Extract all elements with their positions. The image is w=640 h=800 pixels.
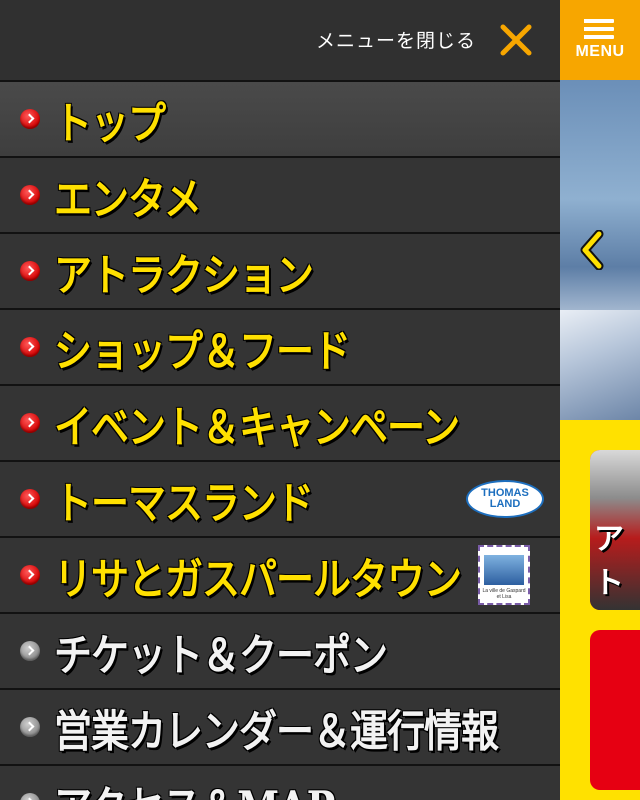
background-page: MENU アト [560, 0, 640, 800]
menu-item-access-map[interactable]: アクセス＆MAP [0, 764, 560, 800]
menu-item-label: トーマスランド [54, 476, 314, 529]
menu-item-label: ショップ＆フード [54, 324, 351, 377]
close-menu-text[interactable]: メニューを閉じる [316, 26, 476, 53]
chevron-right-icon [20, 337, 40, 357]
menu-item-label: エンタメ [54, 172, 202, 225]
feature-card-attraction[interactable]: アト [590, 450, 640, 610]
menu-panel: メニューを閉じる トップ エンタメ アトラクション ショップ＆フード イベント＆… [0, 0, 560, 800]
menu-item-label: チケット＆クーポン [54, 628, 388, 681]
menu-item-entertainment[interactable]: エンタメ [0, 156, 560, 232]
menu-item-thomas-land[interactable]: トーマスランド THOMAS LAND [0, 460, 560, 536]
chevron-right-icon [20, 565, 40, 585]
lisa-gaspard-logo-picture [484, 555, 524, 585]
close-x-icon[interactable] [498, 22, 534, 58]
menu-item-top[interactable]: トップ [0, 80, 560, 156]
menu-item-label: イベント＆キャンペーン [54, 400, 460, 453]
menu-item-shop-food[interactable]: ショップ＆フード [0, 308, 560, 384]
menu-item-calendar[interactable]: 営業カレンダー＆運行情報 [0, 688, 560, 764]
chevron-left-icon [580, 230, 604, 270]
chevron-right-icon [20, 717, 40, 737]
menu-item-events[interactable]: イベント＆キャンペーン [0, 384, 560, 460]
chevron-right-icon [20, 261, 40, 281]
menu-item-label: アトラクション [54, 248, 314, 301]
chevron-right-icon [20, 641, 40, 661]
chevron-right-icon [20, 489, 40, 509]
carousel-prev-button[interactable] [574, 228, 610, 272]
menu-item-label: トップ [54, 96, 166, 149]
menu-item-label: 営業カレンダー＆運行情報 [54, 704, 499, 757]
menu-header: メニューを閉じる [0, 0, 560, 80]
hero-image [560, 80, 640, 420]
thomas-land-logo: THOMAS LAND [466, 480, 544, 518]
feature-card-text: アト [594, 522, 624, 601]
lisa-gaspard-logo: La ville de Gaspard et Lisa [478, 545, 530, 605]
feature-card-2[interactable] [590, 630, 640, 790]
mountain-graphic [560, 310, 640, 420]
menu-item-lisa-gaspard-town[interactable]: リサとガスパールタウン La ville de Gaspard et Lisa [0, 536, 560, 612]
menu-item-tickets-coupons[interactable]: チケット＆クーポン [0, 612, 560, 688]
chevron-right-icon [20, 413, 40, 433]
chevron-right-icon [20, 109, 40, 129]
menu-button[interactable]: MENU [560, 0, 640, 80]
menu-item-attractions[interactable]: アトラクション [0, 232, 560, 308]
hamburger-icon [584, 19, 614, 39]
menu-item-label: アクセス＆MAP [54, 771, 335, 800]
menu-item-label: リサとガスパールタウン [54, 552, 462, 605]
chevron-right-icon [20, 185, 40, 205]
chevron-right-icon [20, 793, 40, 800]
lisa-gaspard-logo-text: La ville de Gaspard et Lisa [482, 588, 526, 600]
menu-button-label: MENU [575, 43, 625, 60]
menu-list: トップ エンタメ アトラクション ショップ＆フード イベント＆キャンペーン トー… [0, 80, 560, 800]
thomas-land-logo-text: THOMAS LAND [481, 487, 529, 510]
